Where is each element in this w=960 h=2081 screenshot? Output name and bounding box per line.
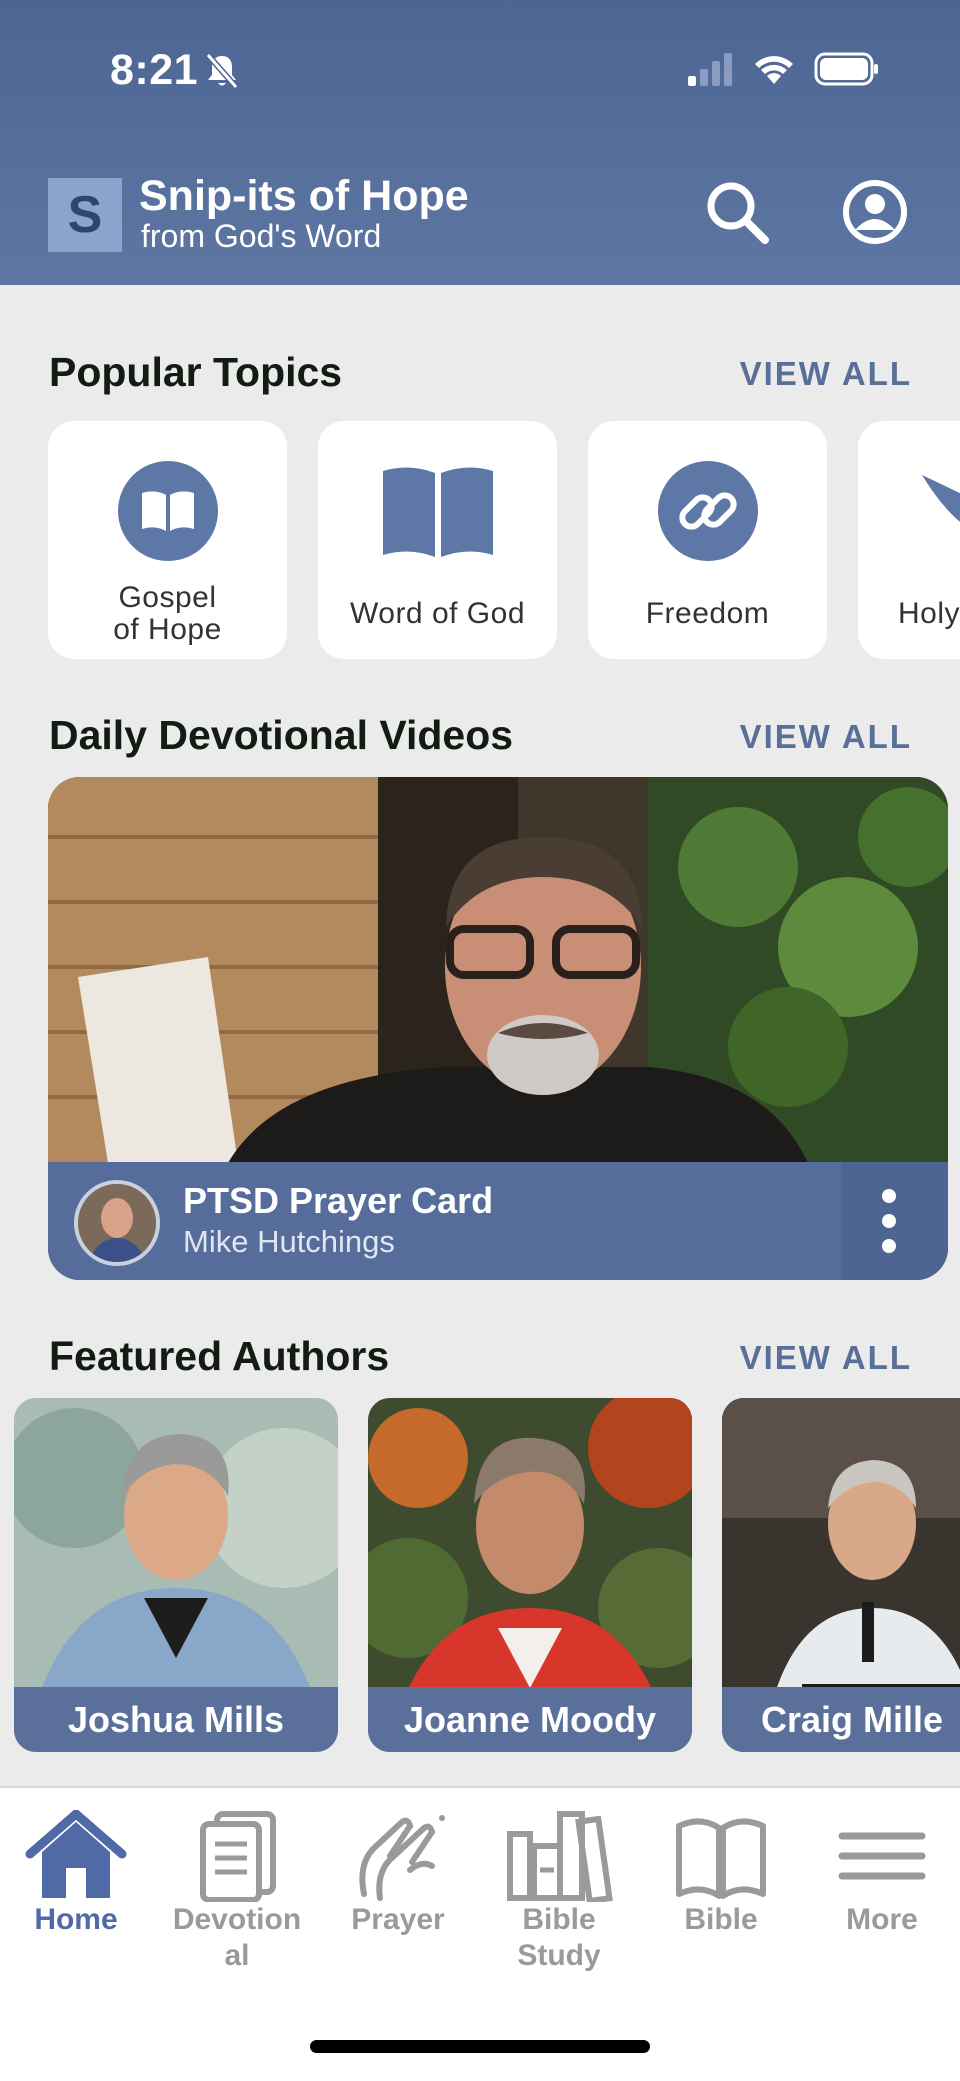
praying-hands-icon xyxy=(359,1815,445,1901)
tab-label: More xyxy=(846,1903,918,1936)
battery-icon xyxy=(814,52,878,86)
author-name: Joanne Moody xyxy=(368,1687,692,1752)
daily-videos-view-all[interactable]: VIEW ALL xyxy=(740,718,912,756)
tab-bible[interactable]: Bible xyxy=(641,1810,801,1938)
silent-bell-icon xyxy=(205,53,239,89)
bottom-tab-bar: Home Devotion al Prayer Bible Study Bibl… xyxy=(0,1786,960,2081)
featured-authors-view-all[interactable]: VIEW ALL xyxy=(740,1339,912,1377)
video-more-button[interactable] xyxy=(841,1162,948,1280)
featured-authors-title: Featured Authors xyxy=(49,1333,390,1379)
topic-card-freedom[interactable]: Freedom xyxy=(588,421,827,659)
app-header: 8:21 S Snip-its of Hope from God's Word xyxy=(0,0,960,285)
author-avatar xyxy=(74,1180,160,1266)
author-card-craig-miller[interactable]: Craig Mille xyxy=(722,1398,960,1752)
topic-card-holy[interactable]: Holy xyxy=(858,421,960,659)
topic-label: of Hope xyxy=(113,613,222,646)
topic-card-gospel-of-hope[interactable]: Gospel of Hope xyxy=(48,421,287,659)
home-indicator[interactable] xyxy=(310,2040,650,2053)
menu-icon xyxy=(838,1832,926,1880)
status-time: 8:21 xyxy=(110,46,199,94)
tab-prayer[interactable]: Prayer xyxy=(318,1810,478,1938)
home-icon xyxy=(25,1810,127,1898)
author-card-joshua-mills[interactable]: Joshua Mills xyxy=(14,1398,338,1752)
video-title: PTSD Prayer Card xyxy=(183,1180,494,1221)
more-vertical-icon xyxy=(882,1189,896,1253)
wifi-icon xyxy=(755,56,793,84)
tab-label: Bible xyxy=(522,1903,596,1936)
tab-more[interactable]: More xyxy=(802,1810,960,1938)
search-icon[interactable] xyxy=(703,178,771,246)
bible-book-icon xyxy=(382,467,493,557)
author-avatar-image xyxy=(78,1184,156,1262)
tab-bible-study[interactable]: Bible Study xyxy=(479,1810,639,1974)
video-info-bar[interactable]: PTSD Prayer Card Mike Hutchings xyxy=(48,1162,948,1280)
author-name: Joshua Mills xyxy=(14,1687,338,1752)
tab-label: Home xyxy=(34,1903,118,1936)
chain-link-circle-icon xyxy=(657,461,758,561)
topic-label: Holy xyxy=(898,597,960,630)
author-name: Craig Mille xyxy=(722,1687,960,1752)
topic-label: Word of God xyxy=(349,597,526,630)
app-title: Snip-its of Hope xyxy=(139,172,469,220)
open-book-icon xyxy=(676,1818,766,1899)
tab-label: Prayer xyxy=(351,1903,445,1936)
tab-home[interactable]: Home xyxy=(0,1810,156,1938)
tab-label: al xyxy=(224,1939,250,1972)
video-thumbnail[interactable] xyxy=(48,777,948,1163)
cellular-signal-icon xyxy=(688,53,732,86)
tab-devotional[interactable]: Devotion al xyxy=(157,1810,317,1974)
video-author: Mike Hutchings xyxy=(183,1224,395,1259)
video-card[interactable]: PTSD Prayer Card Mike Hutchings xyxy=(48,777,948,1280)
status-indicators xyxy=(686,52,880,86)
account-icon[interactable] xyxy=(841,178,909,246)
dove-icon xyxy=(922,475,960,522)
author-card-joanne-moody[interactable]: Joanne Moody xyxy=(368,1398,692,1752)
tab-label: Devotion xyxy=(172,1903,302,1936)
popular-topics-title: Popular Topics xyxy=(49,349,343,395)
open-book-circle-icon xyxy=(117,461,218,561)
app-subtitle: from God's Word xyxy=(141,218,382,254)
topic-card-word-of-god[interactable]: Word of God xyxy=(318,421,557,659)
tab-label: Study xyxy=(517,1939,601,1972)
app-logo: S xyxy=(48,178,122,252)
popular-topics-view-all[interactable]: VIEW ALL xyxy=(740,355,912,393)
tab-label: Bible xyxy=(684,1903,758,1936)
topic-label: Gospel xyxy=(118,581,217,614)
document-icon xyxy=(200,1811,276,1902)
books-icon xyxy=(507,1811,613,1902)
topic-label: Freedom xyxy=(645,597,770,630)
daily-videos-title: Daily Devotional Videos xyxy=(49,712,514,758)
